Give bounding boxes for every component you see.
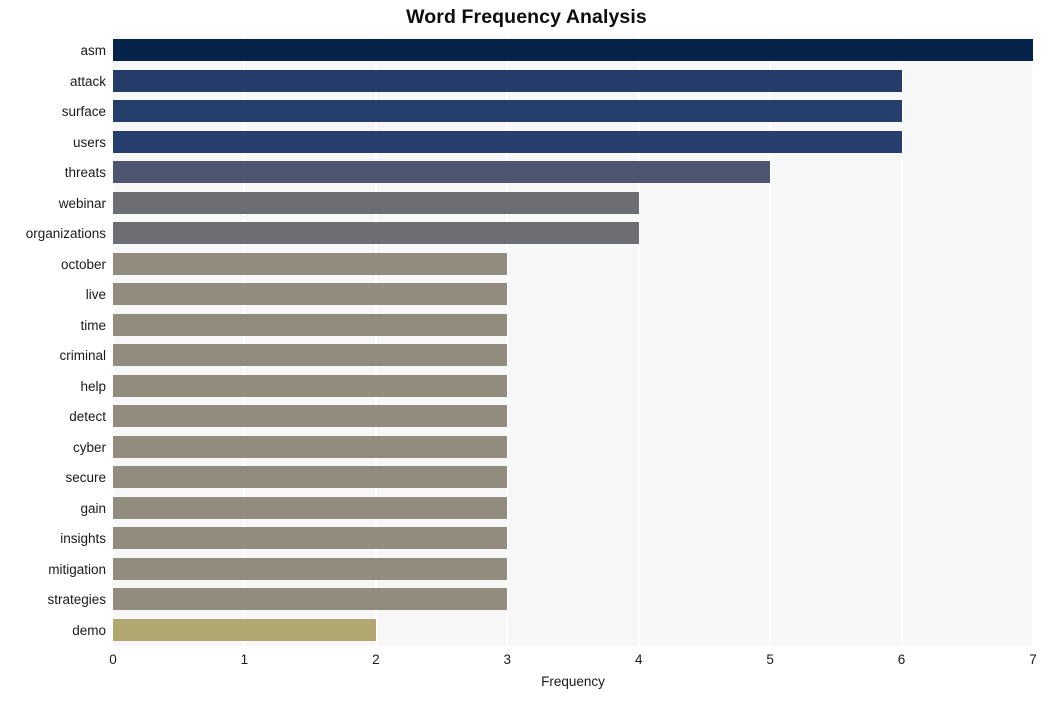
bar-slot [113,36,1033,67]
plot-area [113,36,1033,646]
y-tick-label-october: october [60,256,106,272]
bar-secure[interactable] [113,466,508,489]
bar-slot [113,280,1033,311]
bar-asm[interactable] [113,39,1033,62]
y-tick-label-organizations: organizations [25,226,106,242]
x-tick-label-1: 1 [240,652,249,667]
x-axis-title: Frequency [541,674,605,689]
y-tick-label-users: users [72,134,106,150]
y-tick-label-secure: secure [65,470,106,486]
y-tick-label-demo: demo [72,622,106,638]
y-axis-tick-labels: asm attack surface users threats webinar organ… [0,36,106,646]
bar-users[interactable] [113,130,902,153]
bar-threats[interactable] [113,161,771,184]
bar-mitigation[interactable] [113,557,508,580]
bar-slot [113,158,1033,189]
bar-insights[interactable] [113,527,508,550]
y-tick-label-help: help [80,378,106,394]
bar-slot [113,372,1033,403]
bar-time[interactable] [113,313,508,336]
x-tick-label-5: 5 [766,652,774,667]
bar-live[interactable] [113,283,508,306]
y-tick-label-surface: surface [61,104,106,120]
bar-demo[interactable] [113,618,376,641]
bar-slot [113,494,1033,525]
bar-help[interactable] [113,374,508,397]
bar-slot [113,67,1033,98]
x-tick-label-2: 2 [372,652,380,667]
bar-slot [113,616,1033,647]
bar-cyber[interactable] [113,435,508,458]
bar-gain[interactable] [113,496,508,519]
bar-slot [113,524,1033,555]
bar-october[interactable] [113,252,508,275]
bar-surface[interactable] [113,100,902,123]
bar-slot [113,402,1033,433]
bar-criminal[interactable] [113,344,508,367]
y-tick-label-detect: detect [69,409,106,425]
x-tick-label-6: 6 [897,652,906,667]
y-tick-label-strategies: strategies [47,592,106,608]
y-tick-label-attack: attack [69,73,106,89]
word-frequency-chart-figure: Word Frequency Analysis asm attack surface… [0,0,1053,701]
y-tick-label-webinar: webinar [58,195,106,211]
bar-slot [113,555,1033,586]
bar-slot [113,250,1033,281]
bar-organizations[interactable] [113,222,639,245]
y-tick-label-live: live [85,287,106,303]
bar-slot [113,433,1033,464]
bar-detect[interactable] [113,405,508,428]
x-axis-tick-labels: 0 1 2 3 4 5 6 7 [109,646,1037,676]
bar-slot [113,189,1033,220]
y-tick-label-threats: threats [64,165,106,181]
y-tick-label-asm: asm [80,43,106,59]
x-tick-label-4: 4 [634,652,643,667]
y-tick-label-cyber: cyber [72,439,106,455]
bar-strategies[interactable] [113,588,508,611]
y-tick-label-time: time [80,317,106,333]
y-tick-label-mitigation: mitigation [48,561,106,577]
y-tick-label-insights: insights [60,531,106,547]
chart-title: Word Frequency Analysis [406,6,647,28]
y-tick-label-criminal: criminal [59,348,106,364]
bar-slot [113,128,1033,159]
bar-slot [113,311,1033,342]
bars-layer [113,36,1033,646]
bar-webinar[interactable] [113,191,639,214]
y-tick-label-gain: gain [80,500,106,516]
x-tick-label-7: 7 [1029,652,1037,667]
bar-slot [113,463,1033,494]
x-tick-label-3: 3 [503,652,512,667]
bar-slot [113,585,1033,616]
x-tick-label-0: 0 [109,652,117,667]
bar-attack[interactable] [113,69,902,92]
bar-slot [113,341,1033,372]
bar-slot [113,97,1033,128]
bar-slot [113,219,1033,250]
